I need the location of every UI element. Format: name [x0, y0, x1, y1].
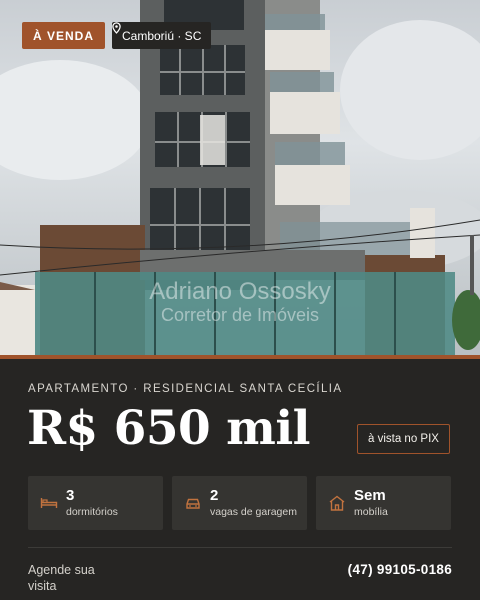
- location-pin-icon: [112, 22, 121, 34]
- watermark-name: Adriano Ossosky: [149, 278, 331, 305]
- feature-value: Sem: [354, 487, 386, 504]
- feature-label: mobília: [354, 506, 388, 518]
- house-icon: [329, 495, 345, 511]
- watermark-title: Corretor de Imóveis: [160, 305, 320, 325]
- phone-number[interactable]: (47) 99105-0186: [348, 562, 452, 577]
- bed-icon: [40, 498, 58, 508]
- price: R$ 650 mil: [27, 401, 311, 456]
- section-divider: [28, 547, 452, 548]
- property-type-label: APARTAMENTO · RESIDENCIAL SANTA CECÍLIA: [28, 383, 343, 395]
- listing-panel: APARTAMENTO · RESIDENCIAL SANTA CECÍLIA …: [0, 359, 480, 600]
- feature-label: dormitórios: [66, 506, 118, 518]
- feature-value: 2: [210, 487, 219, 504]
- payment-badge: à vista no PIX: [357, 424, 450, 454]
- schedule-visit-text: Agende sua visita: [28, 563, 95, 593]
- feature-value: 3: [66, 487, 75, 504]
- property-photo: Adriano Ossosky Corretor de Imóveis À VE…: [0, 0, 480, 357]
- feature-bedrooms: 3 dormitórios: [28, 476, 163, 530]
- feature-furniture: Sem mobília: [316, 476, 451, 530]
- car-icon: [186, 498, 200, 509]
- feature-parking: 2 vagas de garagem: [172, 476, 307, 530]
- feature-label: vagas de garagem: [210, 506, 297, 518]
- location-text: Camboriú · SC: [122, 28, 202, 43]
- location-badge: Camboriú · SC: [112, 22, 212, 49]
- status-badge: À VENDA: [22, 22, 106, 49]
